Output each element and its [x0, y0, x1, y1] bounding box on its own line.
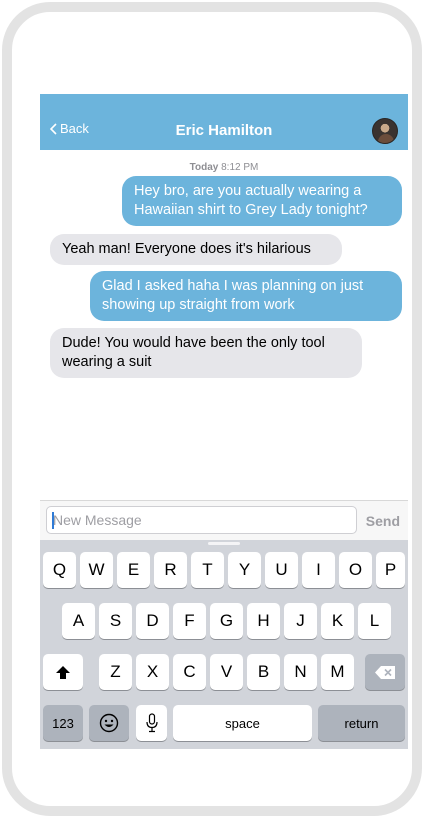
key-t[interactable]: T [191, 552, 224, 588]
key-e[interactable]: E [117, 552, 150, 588]
message-timestamp: Today 8:12 PM [40, 162, 408, 173]
contact-name-title: Eric Hamilton [175, 122, 273, 139]
key-q[interactable]: Q [43, 552, 76, 588]
key-h[interactable]: H [247, 603, 280, 639]
conversation-area[interactable]: Today 8:12 PM Hey bro, are you actually … [40, 150, 408, 500]
message-line: wearing a suit [62, 354, 152, 370]
key-r[interactable]: R [154, 552, 187, 588]
key-k[interactable]: K [321, 603, 354, 639]
message-line: Glad I asked haha I was planning on just [102, 278, 364, 294]
nav-bar: Back Eric Hamilton [40, 94, 408, 150]
key-f[interactable]: F [173, 603, 206, 639]
key-z[interactable]: Z [99, 654, 132, 690]
key-x[interactable]: X [136, 654, 169, 690]
microphone-icon [145, 713, 158, 733]
new-message-input[interactable] [46, 506, 357, 534]
key-v[interactable]: V [210, 654, 243, 690]
send-button[interactable]: Send [366, 513, 400, 529]
key-p[interactable]: P [376, 552, 405, 588]
space-key[interactable]: space [173, 705, 312, 741]
timestamp-time: 8:12 PM [221, 162, 259, 173]
contact-avatar[interactable] [372, 118, 398, 144]
message-line: Yeah man! Everyone does it's hilarious [62, 241, 311, 257]
key-w[interactable]: W [80, 552, 113, 588]
message-line: showing up straight from work [102, 297, 295, 313]
key-u[interactable]: U [265, 552, 298, 588]
key-j[interactable]: J [284, 603, 317, 639]
message-bubble-outgoing[interactable]: Glad I asked haha I was planning on just… [90, 271, 402, 321]
message-bubble-incoming[interactable]: Dude! You would have been the only tool … [50, 328, 362, 378]
dictation-key[interactable] [136, 705, 167, 741]
backspace-icon [375, 665, 395, 679]
delete-key[interactable] [365, 654, 405, 690]
message-line: Hawaiian shirt to Grey Lady tonight? [134, 202, 368, 218]
message-line: Dude! You would have been the only tool [62, 335, 325, 351]
message-input-bar: Send [40, 500, 408, 540]
key-n[interactable]: N [284, 654, 317, 690]
message-line: Hey bro, are you actually wearing a [134, 183, 362, 199]
keyboard: Q W E R T Y U I O P A S D F G H J K L Z … [40, 540, 408, 749]
text-caret [52, 512, 54, 529]
emoji-face-icon [99, 713, 119, 733]
return-key[interactable]: return [318, 705, 405, 741]
key-y[interactable]: Y [228, 552, 261, 588]
key-c[interactable]: C [173, 654, 206, 690]
key-l[interactable]: L [358, 603, 391, 639]
key-a[interactable]: A [62, 603, 95, 639]
emoji-key[interactable] [89, 705, 129, 741]
numbers-key[interactable]: 123 [43, 705, 83, 741]
key-b[interactable]: B [247, 654, 280, 690]
message-bubble-outgoing[interactable]: Hey bro, are you actually wearing a Hawa… [122, 176, 402, 226]
shift-key[interactable] [43, 654, 83, 690]
key-i[interactable]: I [302, 552, 335, 588]
shift-arrow-icon [56, 665, 70, 679]
key-s[interactable]: S [99, 603, 132, 639]
key-g[interactable]: G [210, 603, 243, 639]
phone-frame: Back Eric Hamilton Today 8:12 PM Hey bro… [2, 2, 422, 816]
key-m[interactable]: M [321, 654, 354, 690]
phone-screen: Back Eric Hamilton Today 8:12 PM Hey bro… [40, 94, 408, 749]
keyboard-grabber [208, 542, 240, 545]
timestamp-day: Today [189, 162, 219, 173]
message-bubble-incoming[interactable]: Yeah man! Everyone does it's hilarious [50, 234, 342, 265]
key-d[interactable]: D [136, 603, 169, 639]
key-o[interactable]: O [339, 552, 372, 588]
